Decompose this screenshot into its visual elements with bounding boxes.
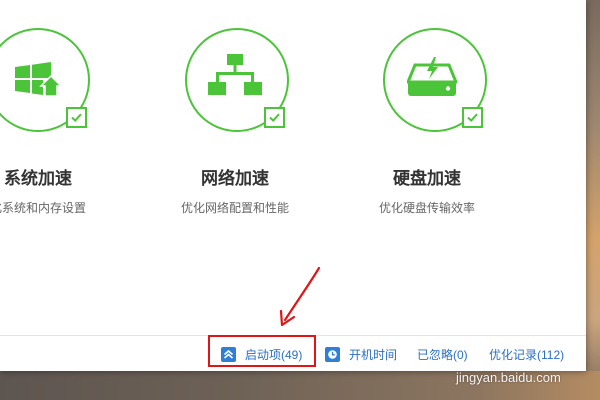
hard-disk-icon: [407, 57, 457, 96]
feature-title: 系统加速: [4, 169, 72, 189]
feature-description: 优化硬盘传输效率: [378, 201, 475, 215]
feature-title: 硬盘加速: [393, 169, 461, 189]
feature-description: 化系统和内存设置: [0, 201, 86, 215]
red-arrow-annotation: [279, 266, 321, 327]
selected-checkbox[interactable]: [264, 107, 285, 128]
feature-description: 优化网络配置和性能: [180, 201, 289, 215]
watermark: jingyan.baidu.com: [456, 370, 561, 385]
optimization-history-label: 优化记录(112): [489, 347, 565, 362]
ignored-link[interactable]: 已忽略(0): [417, 336, 468, 372]
feature-title: 网络加速: [201, 169, 269, 189]
optimization-history-link[interactable]: 优化记录(112): [489, 336, 564, 372]
selected-checkbox[interactable]: [66, 107, 87, 128]
network-tree-icon: [208, 54, 262, 95]
ignored-label: 已忽略(0): [417, 347, 468, 362]
selected-checkbox[interactable]: [462, 107, 483, 128]
checkmark-icon: [467, 113, 478, 123]
boot-time-link[interactable]: 开机时间: [325, 336, 397, 372]
checkmark-icon: [71, 113, 82, 123]
checkmark-icon: [269, 113, 280, 123]
clock-icon: [325, 346, 340, 362]
highlight-annotation-box: [208, 335, 316, 367]
windows-boost-icon: [15, 62, 63, 97]
desktop-background: [586, 0, 600, 400]
boot-time-label: 开机时间: [349, 347, 398, 362]
